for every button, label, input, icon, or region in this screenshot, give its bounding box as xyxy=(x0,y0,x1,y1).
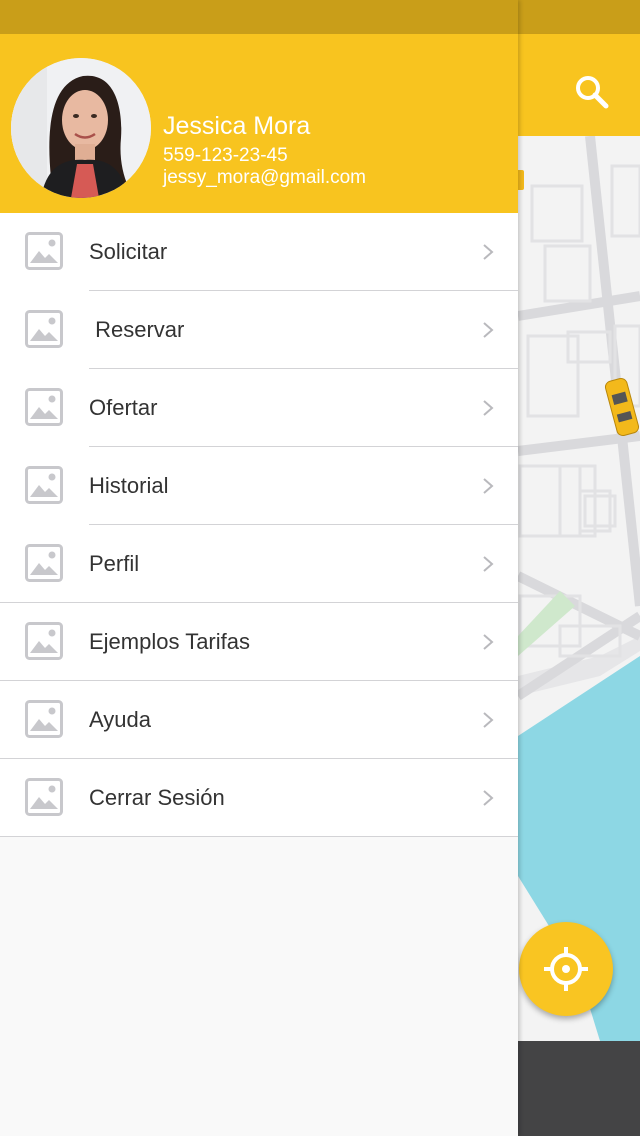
chevron-right-icon xyxy=(482,555,494,573)
image-placeholder-icon xyxy=(25,778,63,816)
chevron-right-icon xyxy=(482,321,494,339)
locate-button[interactable] xyxy=(519,922,613,1016)
chevron-right-icon xyxy=(482,399,494,417)
chevron-right-icon xyxy=(482,477,494,495)
chevron-right-icon xyxy=(482,711,494,729)
image-placeholder-icon xyxy=(25,622,63,660)
profile-name: Jessica Mora xyxy=(163,112,311,140)
avatar[interactable] xyxy=(11,58,151,198)
menu-item-label: Solicitar xyxy=(89,239,168,264)
menu-item-ayuda[interactable]: Ayuda xyxy=(0,681,518,759)
image-placeholder-icon xyxy=(25,388,63,426)
profile-email: jessy_mora@gmail.com xyxy=(163,167,367,188)
menu-item-cerrar-sesion[interactable]: Cerrar Sesión xyxy=(0,759,518,837)
drawer-menu: Solicitar Reservar Ofertar Historial Per… xyxy=(0,213,518,837)
profile-phone: 559-123-23-45 xyxy=(163,145,288,166)
menu-item-label: Historial xyxy=(89,473,169,498)
crosshair-icon xyxy=(544,947,588,991)
menu-item-ejemplos-tarifas[interactable]: Ejemplos Tarifas xyxy=(0,603,518,681)
avatar-photo xyxy=(11,58,151,198)
drawer-status-bar xyxy=(0,0,518,34)
chevron-right-icon xyxy=(482,243,494,261)
menu-item-perfil[interactable]: Perfil xyxy=(0,525,518,603)
menu-item-label: Ejemplos Tarifas xyxy=(89,629,250,654)
search-icon[interactable] xyxy=(570,70,614,114)
chevron-right-icon xyxy=(482,789,494,807)
side-drawer: Jessica Mora 559-123-23-45 jessy_mora@gm… xyxy=(0,0,518,1136)
menu-item-reservar[interactable]: Reservar xyxy=(0,291,518,369)
menu-item-label: Reservar xyxy=(89,317,185,342)
menu-item-historial[interactable]: Historial xyxy=(0,447,518,525)
image-placeholder-icon xyxy=(25,232,63,270)
menu-item-label: Perfil xyxy=(89,551,140,576)
menu-item-label: Cerrar Sesión xyxy=(89,785,225,810)
image-placeholder-icon xyxy=(25,700,63,738)
image-placeholder-icon xyxy=(25,544,63,582)
image-placeholder-icon xyxy=(25,310,63,348)
image-placeholder-icon xyxy=(25,466,63,504)
chevron-right-icon xyxy=(482,633,494,651)
menu-item-ofertar[interactable]: Ofertar xyxy=(0,369,518,447)
menu-item-label: Ayuda xyxy=(89,707,151,732)
menu-item-solicitar[interactable]: Solicitar xyxy=(0,213,518,291)
menu-item-label: Ofertar xyxy=(89,395,158,420)
